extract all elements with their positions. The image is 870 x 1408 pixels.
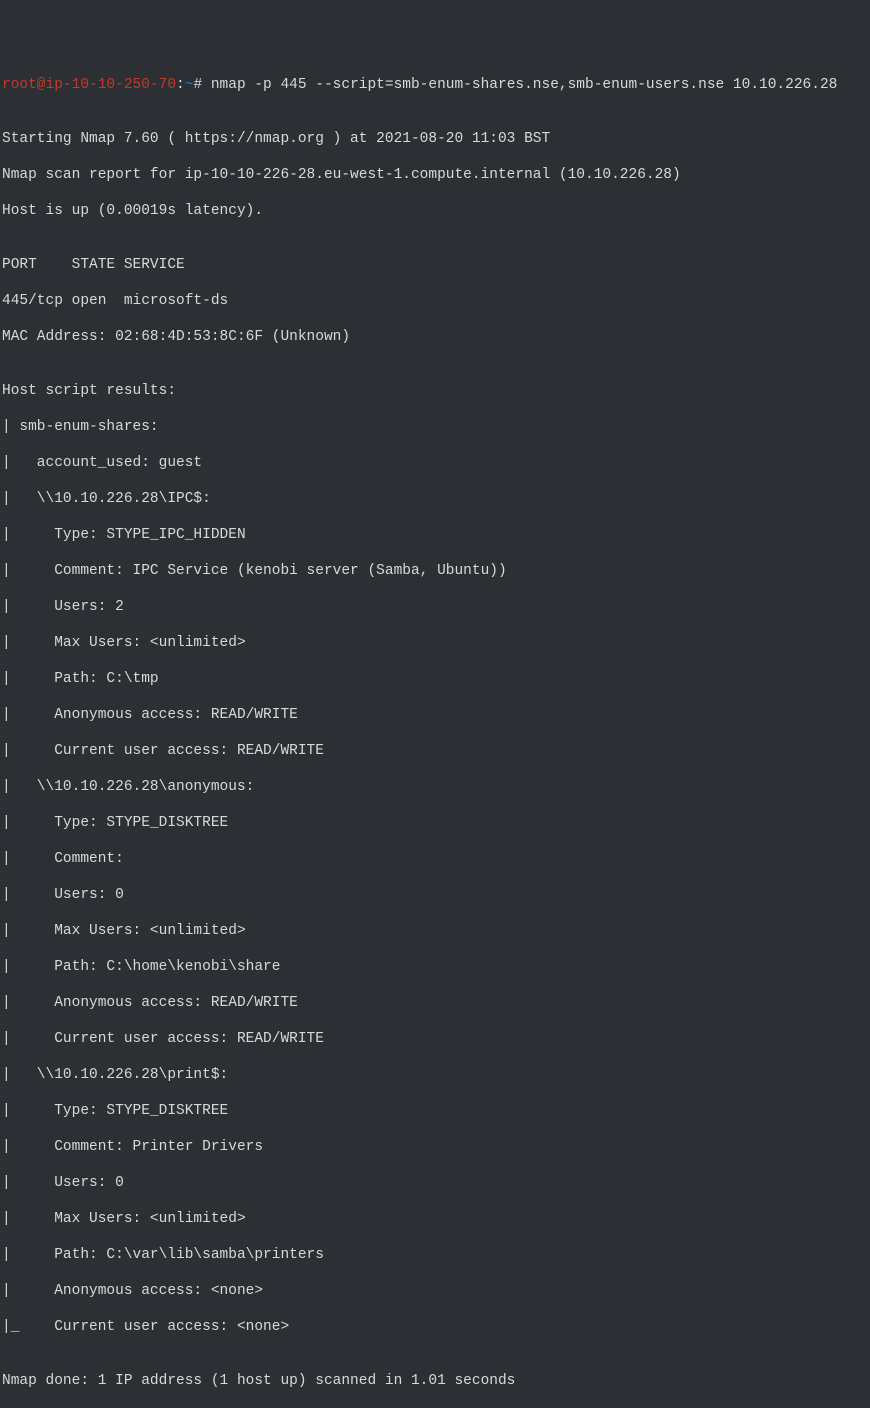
output-line: MAC Address: 02:68:4D:53:8C:6F (Unknown) <box>2 328 868 346</box>
output-line: | Comment: IPC Service (kenobi server (S… <box>2 562 868 580</box>
output-line: | Path: C:\var\lib\samba\printers <box>2 1246 868 1264</box>
output-line: | Anonymous access: READ/WRITE <box>2 706 868 724</box>
output-line: PORT STATE SERVICE <box>2 256 868 274</box>
output-line: | \\10.10.226.28\anonymous: <box>2 778 868 796</box>
output-line: Nmap scan report for ip-10-10-226-28.eu-… <box>2 166 868 184</box>
output-line: | Anonymous access: READ/WRITE <box>2 994 868 1012</box>
output-line: | Comment: Printer Drivers <box>2 1138 868 1156</box>
output-line: | account_used: guest <box>2 454 868 472</box>
output-line: | Max Users: <unlimited> <box>2 922 868 940</box>
output-line: | Max Users: <unlimited> <box>2 634 868 652</box>
output-line: Host script results: <box>2 382 868 400</box>
output-line: | Users: 0 <box>2 886 868 904</box>
output-line: |_ Current user access: <none> <box>2 1318 868 1336</box>
output-line: | Type: STYPE_DISKTREE <box>2 1102 868 1120</box>
prompt-separator: : <box>176 77 185 93</box>
output-line: | Comment: <box>2 850 868 868</box>
output-line: | Max Users: <unlimited> <box>2 1210 868 1228</box>
output-line: | Current user access: READ/WRITE <box>2 1030 868 1048</box>
output-line: | smb-enum-shares: <box>2 418 868 436</box>
output-line: Nmap done: 1 IP address (1 host up) scan… <box>2 1372 868 1390</box>
output-line: 445/tcp open microsoft-ds <box>2 292 868 310</box>
prompt-hash: # <box>193 77 202 93</box>
output-line: | Users: 2 <box>2 598 868 616</box>
output-line: Host is up (0.00019s latency). <box>2 202 868 220</box>
output-line: | Current user access: READ/WRITE <box>2 742 868 760</box>
prompt-user: root@ip-10-10-250-70 <box>2 77 176 93</box>
output-line: | Type: STYPE_IPC_HIDDEN <box>2 526 868 544</box>
output-line: | \\10.10.226.28\print$: <box>2 1066 868 1084</box>
output-line: | Type: STYPE_DISKTREE <box>2 814 868 832</box>
prompt-line[interactable]: root@ip-10-10-250-70:~# nmap -p 445 --sc… <box>2 76 868 94</box>
command-text: nmap -p 445 --script=smb-enum-shares.nse… <box>211 77 838 93</box>
output-line: | Users: 0 <box>2 1174 868 1192</box>
output-line: | Path: C:\tmp <box>2 670 868 688</box>
output-line: | Anonymous access: <none> <box>2 1282 868 1300</box>
output-line: | Path: C:\home\kenobi\share <box>2 958 868 976</box>
output-line: Starting Nmap 7.60 ( https://nmap.org ) … <box>2 130 868 148</box>
output-line: | \\10.10.226.28\IPC$: <box>2 490 868 508</box>
